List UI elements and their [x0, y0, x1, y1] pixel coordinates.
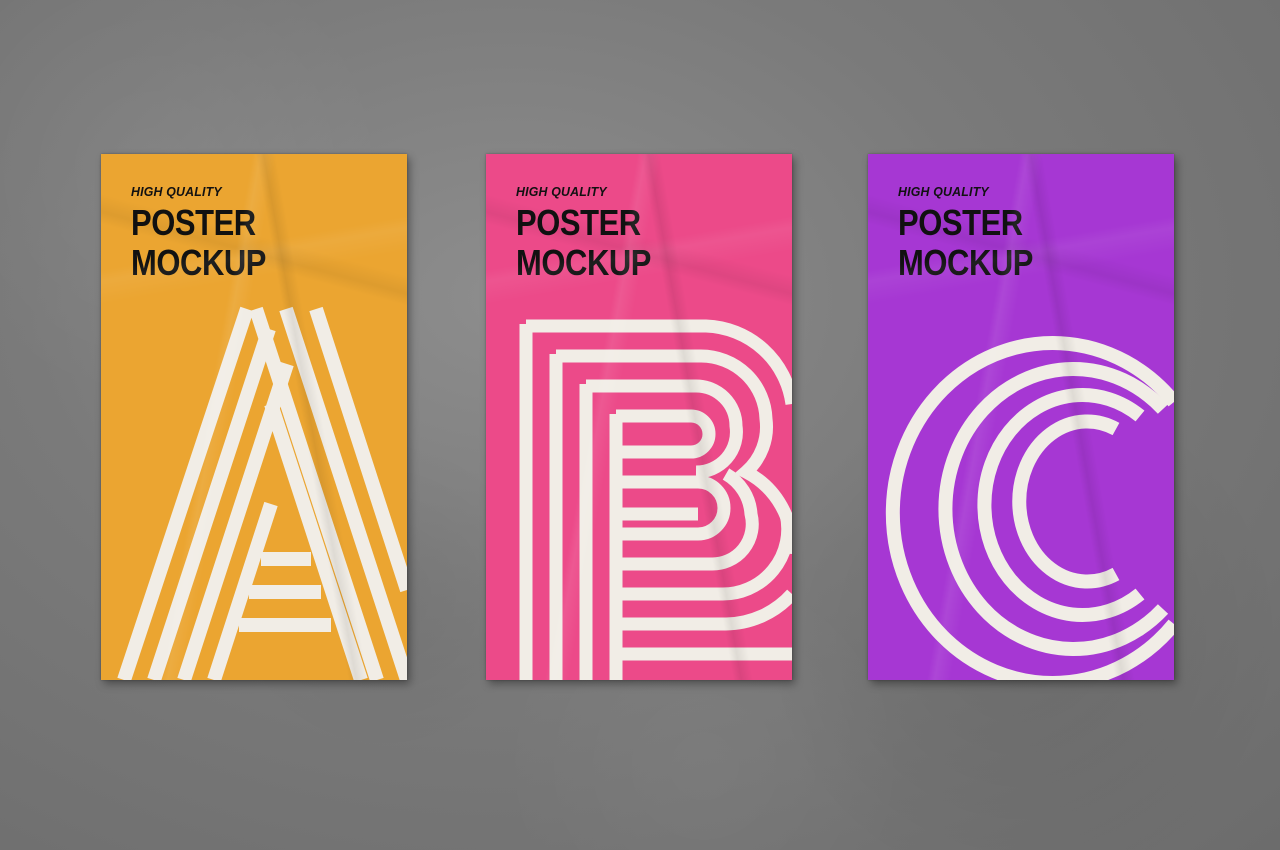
poster-b-title-line1: POSTER	[516, 202, 641, 243]
poster-c: HIGH QUALITY POSTER MOCKUP	[868, 154, 1174, 680]
poster-c-title-line1: POSTER	[898, 202, 1023, 243]
poster-c-title-line2: MOCKUP	[898, 242, 1034, 283]
poster-a-title-line1: POSTER	[131, 202, 256, 243]
poster-a: HIGH QUALITY POSTER MOCKUP	[101, 154, 407, 680]
poster-c-text: HIGH QUALITY POSTER MOCKUP	[898, 184, 1055, 283]
poster-b-title-line2: MOCKUP	[516, 242, 652, 283]
poster-c-tagline: HIGH QUALITY	[898, 184, 989, 199]
poster-b: HIGH QUALITY POSTER MOCKUP	[486, 154, 792, 680]
poster-a-tagline: HIGH QUALITY	[131, 184, 222, 199]
poster-a-text: HIGH QUALITY POSTER MOCKUP	[131, 184, 288, 283]
poster-b-text: HIGH QUALITY POSTER MOCKUP	[516, 184, 673, 283]
poster-b-tagline: HIGH QUALITY	[516, 184, 607, 199]
poster-a-title-line2: MOCKUP	[131, 242, 267, 283]
